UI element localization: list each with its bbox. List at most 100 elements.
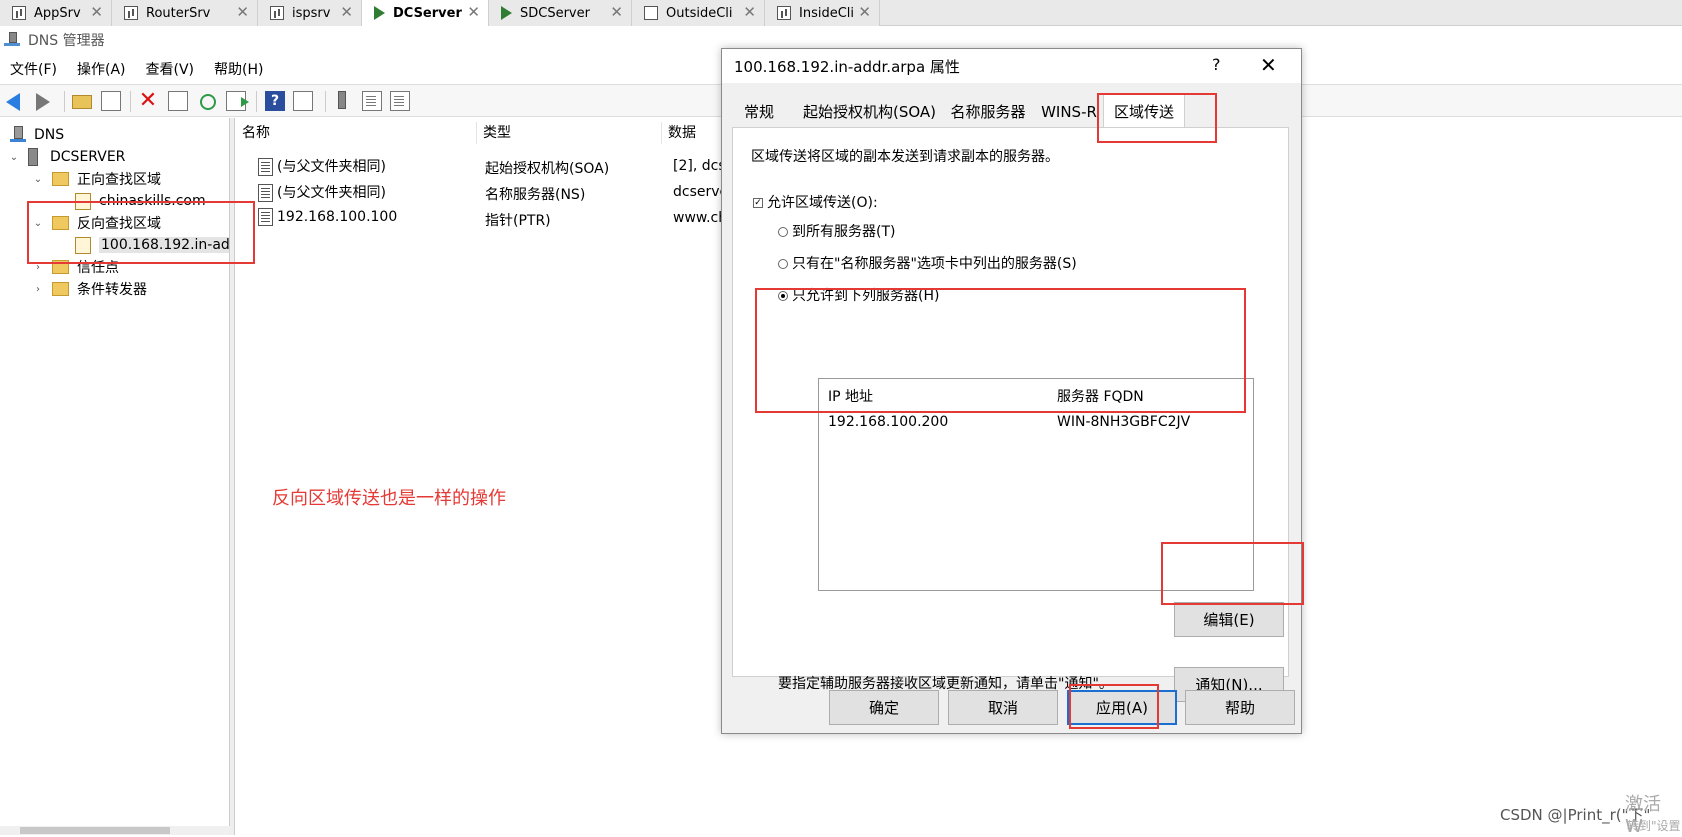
- folder-icon: [52, 172, 69, 186]
- menu-file[interactable]: 文件(F): [10, 59, 57, 79]
- folder-icon: [52, 282, 69, 296]
- up-folder-icon[interactable]: [72, 95, 92, 109]
- play-icon: [501, 6, 512, 20]
- tree-node-forward-zones[interactable]: ⌄ 正向查找区域: [32, 168, 161, 190]
- scrollbar-thumb[interactable]: [20, 827, 170, 834]
- toolbar-separator: [130, 91, 131, 112]
- table-row[interactable]: 192.168.100.100: [258, 208, 397, 232]
- menu-action[interactable]: 操作(A): [77, 59, 126, 79]
- radio-icon: [778, 227, 788, 237]
- table-cell-data: www.ch: [673, 210, 728, 226]
- tree-horizontal-scrollbar[interactable]: [0, 826, 230, 835]
- table-cell-type: 起始授权机构(SOA): [485, 161, 610, 177]
- back-icon[interactable]: [6, 93, 20, 111]
- column-header-type[interactable]: 类型: [477, 122, 662, 144]
- annotation-box-edit-button: [1161, 542, 1304, 605]
- window-icon: [644, 6, 658, 20]
- close-icon[interactable]: ✕: [467, 3, 480, 21]
- tree-node-dns[interactable]: DNS: [10, 124, 64, 146]
- column-header-name[interactable]: 名称: [236, 122, 477, 144]
- server-fqdn[interactable]: WIN-8NH3GBFC2JV: [1057, 414, 1190, 430]
- toolbar-separator: [325, 91, 326, 112]
- table-row[interactable]: (与父文件夹相同): [258, 182, 386, 206]
- server-icon: [270, 6, 284, 20]
- server-icon: [12, 6, 26, 20]
- table-cell-type: 指针(PTR): [485, 213, 551, 229]
- close-icon[interactable]: ✕: [1260, 53, 1277, 77]
- tab-wins-r[interactable]: WINS-R: [1035, 97, 1103, 126]
- vm-tab-insidecli[interactable]: InsideCli ✕: [765, 0, 880, 26]
- close-icon[interactable]: ✕: [610, 3, 623, 21]
- close-icon[interactable]: ✕: [90, 3, 103, 21]
- close-icon[interactable]: ✕: [858, 3, 871, 21]
- toolbar-separator: [64, 91, 65, 112]
- chevron-down-icon[interactable]: ⌄: [8, 152, 20, 163]
- tree-node-dcserver[interactable]: ⌄ DCSERVER: [8, 146, 125, 168]
- checkbox-checked-icon: ✓: [753, 198, 763, 208]
- properties-icon[interactable]: [168, 91, 188, 111]
- forward-icon[interactable]: [36, 93, 50, 111]
- dialog-title: 100.168.192.in-addr.arpa 属性: [734, 57, 960, 76]
- server-ip[interactable]: 192.168.100.200: [828, 414, 948, 430]
- server-icon: [124, 6, 138, 20]
- tree-node-conditional-forwarders[interactable]: › 条件转发器: [32, 278, 147, 300]
- help-button[interactable]: 帮助: [1185, 690, 1295, 725]
- app-title: DNS 管理器: [28, 33, 105, 49]
- server-icon: [777, 6, 791, 20]
- ok-button[interactable]: 确定: [829, 690, 939, 725]
- annotation-text: 反向区域传送也是一样的操作: [272, 488, 506, 509]
- server-icon: [28, 148, 38, 166]
- annotation-box-server-list: [755, 288, 1246, 413]
- record-icon[interactable]: [362, 91, 382, 111]
- vm-tab-outsidecli[interactable]: OutsideCli ✕: [632, 0, 765, 26]
- annotation-box-zone-transfers-tab: [1097, 93, 1217, 143]
- table-cell-type: 名称服务器(NS): [485, 187, 586, 203]
- copy-record-icon[interactable]: [390, 91, 410, 111]
- radio-all-servers[interactable]: 到所有服务器(T): [778, 221, 895, 241]
- vm-tab-appsrv[interactable]: AppSrv ✕: [0, 0, 112, 26]
- annotation-box-apply-button: [1069, 684, 1159, 729]
- help-icon[interactable]: ?: [1212, 55, 1221, 74]
- vm-tab-dcserver[interactable]: DCServer ✕: [362, 0, 489, 26]
- chevron-down-icon[interactable]: ⌄: [32, 174, 44, 185]
- vm-tab-sdcserver[interactable]: SDCServer ✕: [489, 0, 632, 26]
- play-icon: [374, 6, 385, 20]
- dns-icon: [10, 126, 26, 144]
- menu-view[interactable]: 查看(V): [146, 59, 195, 79]
- refresh-icon[interactable]: [200, 94, 216, 110]
- allow-zone-transfers-checkbox[interactable]: ✓ 允许区域传送(O):: [753, 192, 878, 212]
- close-icon[interactable]: ✕: [236, 3, 249, 21]
- radio-icon: [778, 259, 788, 269]
- description-text: 区域传送将区域的副本发送到请求副本的服务器。: [751, 149, 1059, 165]
- close-icon[interactable]: ✕: [340, 3, 353, 21]
- vm-tab-bar: AppSrv ✕ RouterSrv ✕ ispsrv ✕ DCServer ✕ SDC…: [0, 0, 1682, 26]
- close-icon[interactable]: ✕: [743, 3, 756, 21]
- dialog-title-bar: 100.168.192.in-addr.arpa 属性 ? ✕: [722, 49, 1301, 83]
- table-cell-data: [2], dcs: [673, 158, 726, 174]
- show-hide-tree-icon[interactable]: [101, 91, 121, 111]
- table-cell-data: dcserve: [673, 184, 729, 200]
- table-row[interactable]: (与父文件夹相同): [258, 156, 386, 180]
- record-icon: [258, 208, 273, 226]
- help-icon[interactable]: ?: [265, 91, 285, 111]
- vm-tab-routersrv[interactable]: RouterSrv ✕: [112, 0, 258, 26]
- tab-general[interactable]: 常规: [734, 97, 784, 126]
- record-icon: [258, 158, 273, 176]
- menu-help[interactable]: 帮助(H): [214, 59, 263, 79]
- radio-name-servers-tab[interactable]: 只有在"名称服务器"选项卡中列出的服务器(S): [778, 253, 1077, 273]
- dns-manager-icon: [4, 32, 20, 48]
- export-list-icon[interactable]: [226, 91, 249, 111]
- record-icon: [258, 184, 273, 202]
- cancel-button[interactable]: 取消: [948, 690, 1058, 725]
- server-icon[interactable]: [338, 91, 346, 109]
- tab-soa[interactable]: 起始授权机构(SOA): [797, 97, 942, 126]
- toolbar-separator: [256, 91, 257, 112]
- tab-name-servers[interactable]: 名称服务器: [944, 97, 1032, 126]
- vm-tab-ispsrv[interactable]: ispsrv ✕: [258, 0, 362, 26]
- annotation-box-reverse-zone: [27, 201, 255, 264]
- chevron-right-icon[interactable]: ›: [32, 284, 44, 295]
- console-icon[interactable]: [293, 91, 313, 111]
- edit-button[interactable]: 编辑(E): [1174, 602, 1284, 637]
- delete-icon[interactable]: ✕: [138, 90, 158, 112]
- activation-subtitle: 转到"设置: [1627, 819, 1681, 833]
